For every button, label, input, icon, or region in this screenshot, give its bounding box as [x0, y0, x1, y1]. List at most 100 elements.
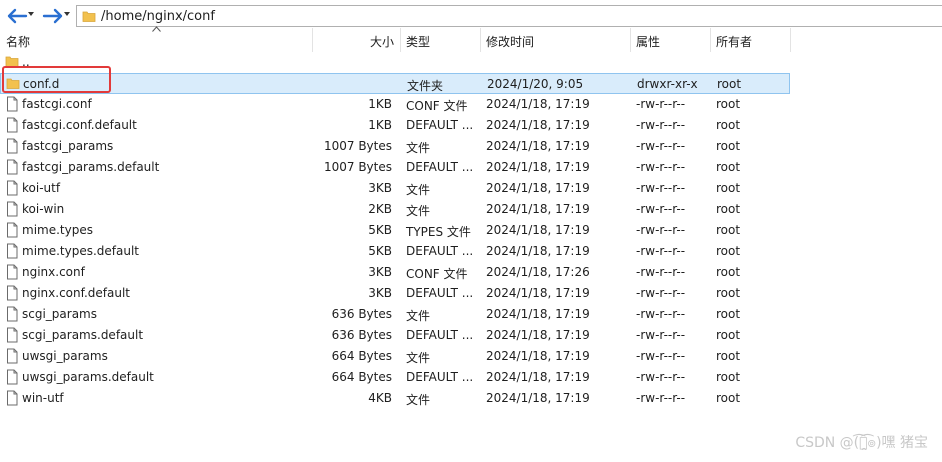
- file-modified: 2024/1/18, 17:26: [486, 265, 590, 279]
- file-size: 3KB: [368, 286, 392, 300]
- arrow-right-icon: [42, 8, 63, 24]
- column-name-header[interactable]: 名称: [6, 33, 30, 50]
- file-size: 664 Bytes: [331, 349, 392, 363]
- file-modified: 2024/1/18, 17:19: [486, 244, 590, 258]
- file-modified: 2024/1/18, 17:19: [486, 391, 590, 405]
- file-permissions: -rw-r--r--: [636, 328, 686, 342]
- file-permissions: -rw-r--r--: [636, 244, 686, 258]
- file-type: CONF 文件: [406, 267, 468, 281]
- forward-button[interactable]: [40, 6, 66, 26]
- file-modified: 2024/1/18, 17:19: [486, 97, 590, 111]
- list-item[interactable]: mime.types.default 5KB DEFAULT ... 2024/1/1…: [0, 241, 790, 262]
- column-owner-header[interactable]: 所有者: [716, 33, 752, 50]
- file-owner: root: [716, 118, 741, 132]
- list-item[interactable]: mime.types 5KB TYPES 文件 2024/1/18, 17:19 -rw…: [0, 220, 790, 241]
- file-icon: [7, 96, 18, 112]
- folder-icon: [82, 11, 96, 22]
- file-name: mime.types: [22, 223, 93, 237]
- file-type: DEFAULT ...: [406, 286, 474, 300]
- file-owner: root: [716, 349, 741, 363]
- file-size: 2KB: [368, 202, 392, 216]
- list-item[interactable]: koi-win 2KB 文件 2024/1/18, 17:19 -rw-r--r-- ro…: [0, 199, 790, 220]
- file-type: DEFAULT ...: [406, 244, 474, 258]
- file-modified: 2024/1/18, 17:19: [486, 160, 590, 174]
- column-divider[interactable]: [480, 28, 481, 52]
- list-item[interactable]: koi-utf 3KB 文件 2024/1/18, 17:19 -rw-r--r-- ro…: [0, 178, 790, 199]
- list-item[interactable]: fastcgi.conf.default 1KB DEFAULT ... 2024/1…: [0, 115, 790, 136]
- file-owner: root: [716, 244, 741, 258]
- file-owner: root: [716, 160, 741, 174]
- column-divider[interactable]: [790, 28, 791, 52]
- list-item[interactable]: uwsgi_params.default 664 Bytes DEFAULT ...…: [0, 367, 790, 388]
- file-size: 5KB: [368, 223, 392, 237]
- file-size: 636 Bytes: [331, 328, 392, 342]
- list-item[interactable]: win-utf 4KB 文件 2024/1/18, 17:19 -rw-r--r-- ro…: [0, 388, 790, 409]
- file-icon: [7, 201, 18, 217]
- file-permissions: -rw-r--r--: [636, 349, 686, 363]
- file-icon: [7, 348, 18, 364]
- file-type: 文件: [406, 309, 431, 323]
- file-size: 636 Bytes: [331, 307, 392, 321]
- file-icon: [7, 285, 18, 301]
- file-permissions: -rw-r--r--: [636, 139, 686, 153]
- column-size-header[interactable]: 大小: [370, 33, 394, 50]
- file-icon: [7, 327, 18, 343]
- file-type: 文件: [406, 393, 431, 407]
- file-modified: 2024/1/18, 17:19: [486, 349, 590, 363]
- file-type: DEFAULT ...: [406, 370, 474, 384]
- column-divider[interactable]: [630, 28, 631, 52]
- file-size: 1KB: [368, 118, 392, 132]
- file-type: TYPES 文件: [406, 225, 471, 239]
- file-icon: [7, 390, 18, 406]
- list-item[interactable]: fastcgi_params 1007 Bytes 文件 2024/1/18, 17:…: [0, 136, 790, 157]
- file-owner: root: [716, 139, 741, 153]
- file-modified: 2024/1/18, 17:19: [486, 328, 590, 342]
- file-permissions: -rw-r--r--: [636, 160, 686, 174]
- file-type: 文件夹: [407, 79, 444, 93]
- file-size: 4KB: [368, 391, 392, 405]
- address-path: /home/nginx/conf: [101, 9, 215, 24]
- file-name: scgi_params.default: [22, 328, 144, 342]
- file-owner: root: [716, 97, 741, 111]
- file-modified: 2024/1/18, 17:19: [486, 307, 590, 321]
- file-permissions: -rw-r--r--: [636, 118, 686, 132]
- file-permissions: -rw-r--r--: [636, 265, 686, 279]
- file-owner: root: [716, 202, 741, 216]
- list-item[interactable]: scgi_params 636 Bytes 文件 2024/1/18, 17:19 -r…: [0, 304, 790, 325]
- file-modified: 2024/1/18, 17:19: [486, 139, 590, 153]
- list-item[interactable]: conf.d 文件夹 2024/1/20, 9:05 drwxr-xr-x root: [0, 73, 790, 94]
- arrow-left-icon: [7, 8, 28, 24]
- file-name: uwsgi_params: [22, 349, 108, 363]
- file-name: koi-win: [22, 202, 65, 216]
- column-divider[interactable]: [710, 28, 711, 52]
- file-name: fastcgi.conf.default: [22, 118, 137, 132]
- file-permissions: -rw-r--r--: [636, 223, 686, 237]
- column-perms-header[interactable]: 属性: [636, 33, 660, 50]
- address-bar[interactable]: /home/nginx/conf: [76, 5, 942, 27]
- file-modified: 2024/1/20, 9:05: [487, 77, 584, 91]
- file-icon: [7, 180, 18, 196]
- list-item[interactable]: nginx.conf.default 3KB DEFAULT ... 2024/1/1…: [0, 283, 790, 304]
- column-type-header[interactable]: 类型: [406, 33, 430, 50]
- file-permissions: drwxr-xr-x: [637, 77, 698, 91]
- file-permissions: -rw-r--r--: [636, 286, 686, 300]
- list-item[interactable]: fastcgi.conf 1KB CONF 文件 2024/1/18, 17:19 -r…: [0, 94, 790, 115]
- file-type: CONF 文件: [406, 99, 468, 113]
- column-modified-header[interactable]: 修改时间: [486, 33, 534, 50]
- column-divider[interactable]: [400, 28, 401, 52]
- list-item[interactable]: scgi_params.default 636 Bytes DEFAULT ... 2…: [0, 325, 790, 346]
- back-history-dropdown-icon[interactable]: [28, 12, 34, 16]
- list-item[interactable]: uwsgi_params 664 Bytes 文件 2024/1/18, 17:19 -…: [0, 346, 790, 367]
- list-item[interactable]: fastcgi_params.default 1007 Bytes DEFAULT …: [0, 157, 790, 178]
- file-size: 664 Bytes: [331, 370, 392, 384]
- list-item-parent-dir[interactable]: ..: [0, 52, 790, 73]
- back-button[interactable]: [4, 6, 30, 26]
- forward-history-dropdown-icon[interactable]: [64, 12, 70, 16]
- list-item[interactable]: nginx.conf 3KB CONF 文件 2024/1/18, 17:26 -rw-…: [0, 262, 790, 283]
- sort-ascending-icon: [152, 26, 161, 32]
- file-permissions: -rw-r--r--: [636, 97, 686, 111]
- file-modified: 2024/1/18, 17:19: [486, 223, 590, 237]
- file-type: DEFAULT ...: [406, 118, 474, 132]
- column-divider[interactable]: [312, 28, 313, 52]
- file-size: 5KB: [368, 244, 392, 258]
